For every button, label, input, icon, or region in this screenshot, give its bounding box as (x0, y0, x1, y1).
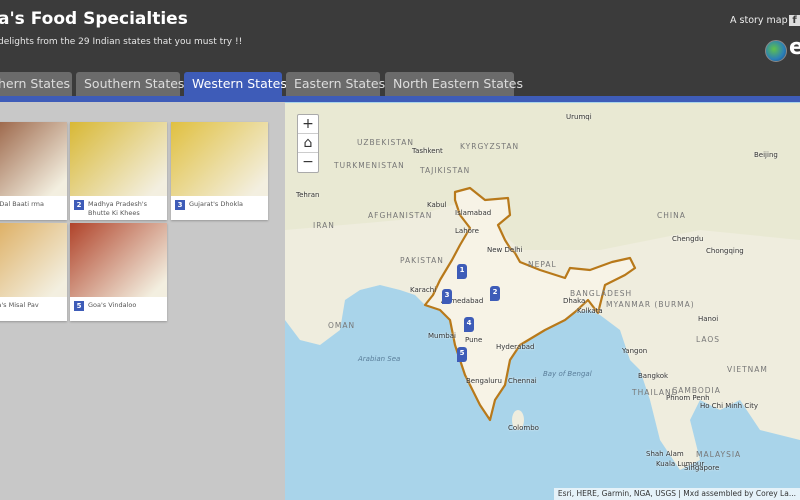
country-label: PAKISTAN (400, 256, 444, 265)
tab-north-eastern-states[interactable]: North Eastern States (385, 72, 523, 96)
country-label: IRAN (313, 221, 335, 230)
map-marker-pin[interactable]: 1 (457, 264, 467, 279)
map-marker-pin[interactable]: 3 (442, 289, 452, 304)
header: a's Food Specialties delights from the 2… (0, 0, 800, 96)
card-caption: sthan's Dal Baati rma (0, 200, 44, 208)
city-label: Kabul (427, 201, 447, 209)
tab-eastern-states[interactable]: Eastern States (286, 72, 385, 96)
city-label: Dhaka (563, 297, 586, 305)
city-label: Karachi (410, 286, 437, 294)
food-photo (0, 223, 67, 297)
sea-label: Bay of Bengal (543, 370, 592, 378)
city-label: Tehran (296, 191, 320, 199)
country-label: CAMBODIA (672, 386, 721, 395)
story-map-link[interactable]: A story map (730, 15, 788, 26)
zoom-control: + ⌂ − (297, 114, 319, 173)
city-label: Singapore (684, 464, 720, 472)
country-label: MALAYSIA (696, 450, 742, 459)
city-label: Hanoi (698, 315, 719, 323)
gallery-card[interactable]: 3 Gujarat's Dhokla (171, 122, 268, 220)
city-label: Hyderabad (496, 343, 535, 351)
page-title: a's Food Specialties (0, 9, 188, 29)
map-marker-pin[interactable]: 2 (490, 286, 500, 301)
city-label: Islamabad (455, 209, 492, 217)
city-label: Pune (465, 336, 483, 344)
city-label: Lahore (455, 227, 479, 235)
city-label: New Delhi (487, 246, 523, 254)
sea-label: Arabian Sea (358, 355, 401, 363)
city-label: Bengaluru (466, 377, 502, 385)
city-label: Shah Alam (646, 450, 684, 458)
city-label: Yangon (622, 347, 648, 355)
tab-bar: hern States Southern States Western Stat… (0, 72, 800, 96)
card-caption: Goa's Vindaloo (88, 301, 137, 309)
country-label: OMAN (328, 321, 356, 330)
country-label: TURKMENISTAN (334, 161, 405, 170)
map-attribution: Esri, HERE, Garmin, NGA, USGS | Mxd asse… (553, 488, 800, 500)
city-label: Bangkok (638, 372, 669, 380)
country-label: UZBEKISTAN (357, 138, 415, 147)
city-label: Chennai (508, 377, 537, 385)
country-label: VIETNAM (727, 365, 768, 374)
zoom-out-button[interactable]: − (298, 153, 318, 172)
city-label: Tashkent (412, 147, 443, 155)
food-photo (171, 122, 268, 196)
city-label: Beijing (754, 151, 778, 159)
gallery-card[interactable]: 5 Goa's Vindaloo (70, 223, 167, 321)
country-label: TAJIKISTAN (420, 166, 471, 175)
food-photo (70, 122, 167, 196)
card-caption: arashtra's Misal Pav (0, 301, 39, 309)
country-label: AFGHANISTAN (368, 211, 433, 220)
esri-globe-logo[interactable] (765, 40, 787, 62)
country-label: KYRGYZSTAN (460, 142, 520, 151)
country-label: MYANMAR (BURMA) (606, 300, 695, 309)
food-photo (70, 223, 167, 297)
food-photo (0, 122, 67, 196)
facebook-icon[interactable]: f (789, 15, 800, 26)
city-label: Colombo (508, 424, 539, 432)
country-label: BANGLADESH (570, 289, 633, 298)
gallery-card[interactable]: 2 Madhya Pradesh's Bhutte Ki Khees (70, 122, 167, 220)
city-label: Kolkata (577, 307, 603, 315)
map-marker-pin[interactable]: 4 (464, 317, 474, 332)
card-caption: Madhya Pradesh's Bhutte Ki Khees (88, 200, 147, 217)
city-label: Mumbai (428, 332, 456, 340)
map-marker-pin[interactable]: 5 (457, 347, 467, 362)
city-label: Ho Chi Minh City (700, 402, 759, 410)
map[interactable]: Urumqi Tashkent Beijing Tehran Kabul Islamaba… (285, 102, 800, 500)
city-label: Urumqi (566, 113, 592, 121)
city-label: Chengdu (672, 235, 704, 243)
card-caption: Gujarat's Dhokla (189, 200, 244, 208)
card-number: 2 (74, 200, 84, 210)
page-subtitle: delights from the 29 Indian states that … (0, 37, 243, 47)
country-label: CHINA (657, 211, 686, 220)
card-number: 3 (175, 200, 185, 210)
zoom-in-button[interactable]: + (298, 115, 318, 134)
country-label: LAOS (696, 335, 721, 344)
gallery-card[interactable]: arashtra's Misal Pav (0, 223, 67, 321)
tab-southern-states[interactable]: Southern States (76, 72, 184, 96)
tab-northern-states[interactable]: hern States (0, 72, 72, 96)
city-label: Chongqing (706, 247, 744, 255)
tab-western-states[interactable]: Western States (184, 72, 287, 96)
home-button[interactable]: ⌂ (298, 134, 318, 153)
esri-logo-text[interactable]: e (789, 35, 800, 60)
gallery-card[interactable]: sthan's Dal Baati rma (0, 122, 67, 220)
card-number: 5 (74, 301, 84, 311)
country-label: NEPAL (528, 260, 557, 269)
